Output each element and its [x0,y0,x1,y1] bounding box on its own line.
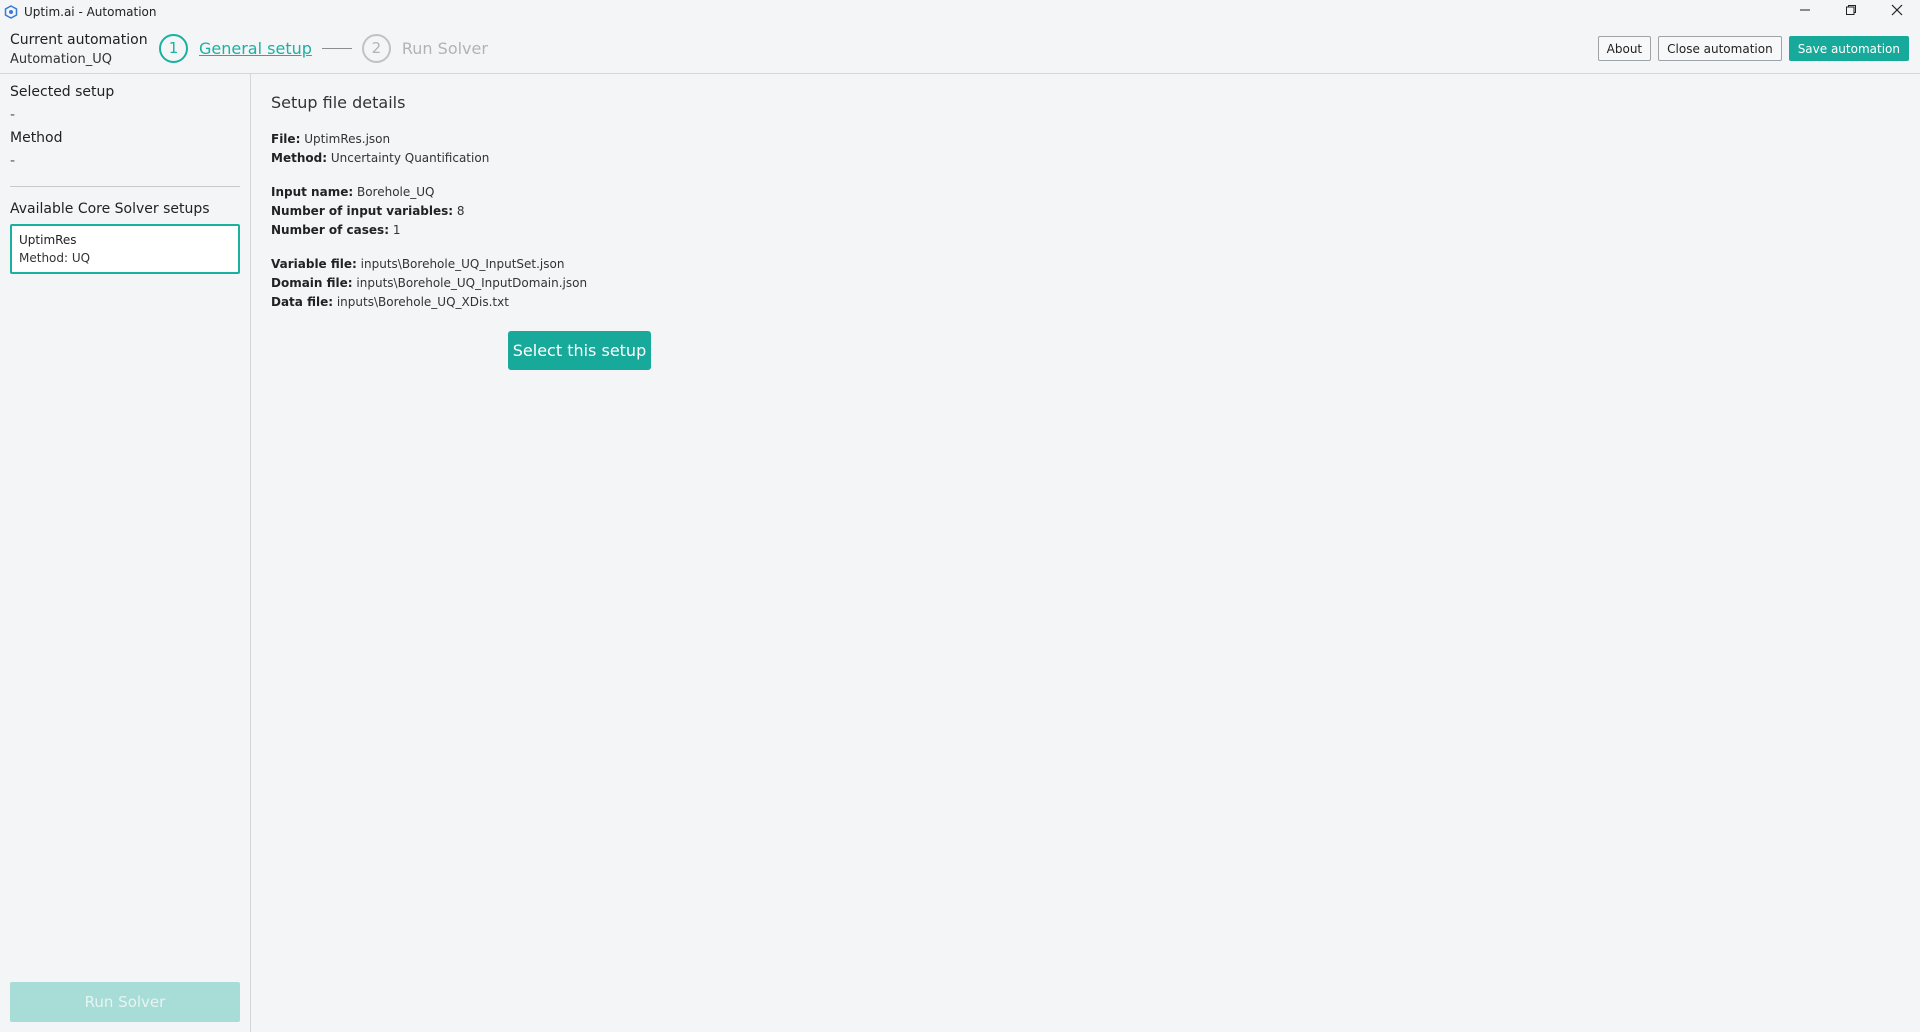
close-automation-button[interactable]: Close automation [1658,36,1782,61]
minimize-icon [1799,4,1811,20]
available-setups-label: Available Core Solver setups [10,201,210,217]
setup-card-uptimres[interactable]: UptimRes Method: UQ [10,224,240,274]
detail-num-vars: Number of input variables: 8 [271,204,465,218]
current-automation-label: Current automation [10,32,148,48]
detail-file: File: UptimRes.json [271,132,390,146]
save-automation-button[interactable]: Save automation [1788,36,1909,61]
about-button[interactable]: About [1597,36,1652,61]
method-label: Method [10,130,63,146]
detail-variable-file: Variable file: inputs\Borehole_UQ_InputS… [271,257,564,271]
step-run-solver[interactable]: Run Solver [402,39,488,58]
current-automation: Current automation Automation_UQ [10,31,148,69]
step-2-circle[interactable]: 2 [361,33,391,63]
app-header: Current automation Automation_UQ 1 Gener… [0,23,1920,74]
window-title: Uptim.ai - Automation [24,4,157,19]
detail-method-label: Method: [271,151,327,165]
close-icon [1891,4,1903,20]
detail-num-cases-value: 1 [392,223,401,237]
window-titlebar: Uptim.ai - Automation [0,0,1920,23]
detail-method-value: Uncertainty Quantification [330,151,490,165]
detail-num-vars-label: Number of input variables: [271,204,454,218]
method-value: - [10,153,16,169]
setup-card-method: Method: UQ [19,251,91,265]
main-panel: Setup file details File: UptimRes.json M… [252,74,1920,1032]
detail-domain-file: Domain file: inputs\Borehole_UQ_InputDom… [271,276,587,290]
detail-method: Method: Uncertainty Quantification [271,151,489,165]
step-general-setup[interactable]: General setup [199,39,312,58]
detail-data-file-value: inputs\Borehole_UQ_XDis.txt [336,295,509,309]
step-1-circle[interactable]: 1 [159,33,188,63]
selected-setup-label: Selected setup [10,84,115,100]
page-title: Setup file details [271,93,406,112]
detail-num-cases-label: Number of cases: [271,223,389,237]
detail-num-cases: Number of cases: 1 [271,223,400,237]
app-logo-icon [4,4,18,19]
current-automation-value: Automation_UQ [10,52,112,67]
restore-icon [1845,4,1857,20]
setup-card-name: UptimRes [19,233,77,247]
detail-input-name: Input name: Borehole_UQ [271,185,435,199]
selected-setup-value: - [10,107,16,123]
stepper: 1 General setup 2 Run Solver [159,33,488,63]
close-window-button[interactable] [1874,0,1920,23]
select-setup-button[interactable]: Select this setup [508,331,651,370]
detail-data-file: Data file: inputs\Borehole_UQ_XDis.txt [271,295,509,309]
detail-variable-file-label: Variable file: [271,257,357,271]
detail-domain-file-label: Domain file: [271,276,353,290]
detail-file-value: UptimRes.json [304,132,391,146]
sidebar: Selected setup - Method - Available Core… [0,74,251,1032]
detail-domain-file-value: inputs\Borehole_UQ_InputDomain.json [356,276,588,290]
run-solver-button[interactable]: Run Solver [10,982,240,1022]
step-connector [321,47,352,49]
sidebar-divider [10,186,240,187]
detail-num-vars-value: 8 [456,204,465,218]
minimize-button[interactable] [1782,0,1828,23]
detail-variable-file-value: inputs\Borehole_UQ_InputSet.json [360,257,565,271]
detail-input-name-value: Borehole_UQ [356,185,435,199]
detail-data-file-label: Data file: [271,295,334,309]
maximize-button[interactable] [1828,0,1874,23]
detail-file-label: File: [271,132,301,146]
detail-input-name-label: Input name: [271,185,354,199]
